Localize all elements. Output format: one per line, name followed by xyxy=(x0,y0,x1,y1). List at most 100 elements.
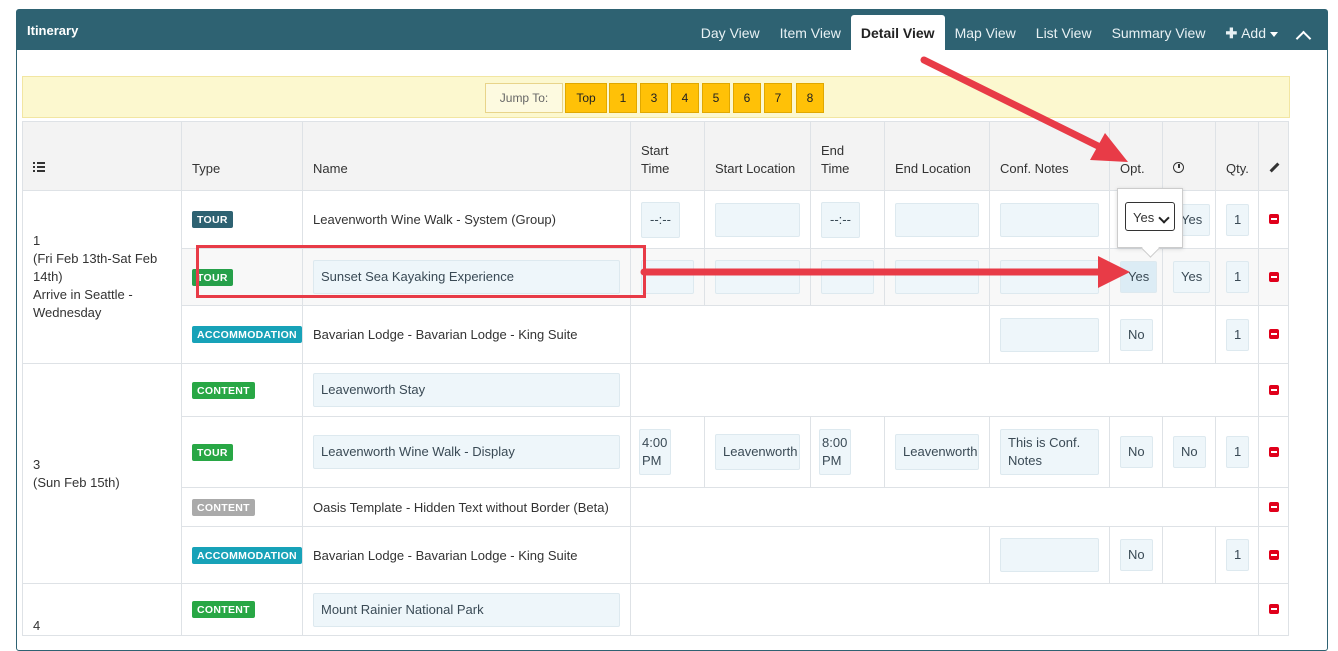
type-badge: CONTENT xyxy=(192,381,255,399)
conf-notes-input[interactable] xyxy=(1000,202,1099,237)
plus-icon: ✚ xyxy=(1225,25,1242,41)
table-row: TOUR Leavenworth Wine Walk - Display 4:0… xyxy=(23,416,1289,488)
item-name: Leavenworth Wine Walk - System (Group) xyxy=(302,190,631,249)
day-cell: 1 (Fri Feb 13th-Sat Feb 14th) Arrive in … xyxy=(22,190,182,364)
end-time-input[interactable]: --:-- xyxy=(821,201,860,238)
end-location-input[interactable] xyxy=(895,202,979,237)
tab-item-view[interactable]: Item View xyxy=(770,15,851,50)
day-number: 1 xyxy=(33,233,41,248)
delete-icon[interactable] xyxy=(1269,446,1279,457)
delete-icon[interactable] xyxy=(1269,329,1279,339)
jump-day-3-button[interactable]: 3 xyxy=(640,83,668,113)
day-cell: 3 (Sun Feb 15th) xyxy=(22,363,182,584)
clock-value[interactable]: Yes xyxy=(1173,261,1211,293)
delete-icon[interactable] xyxy=(1269,604,1279,614)
conf-notes-input[interactable]: This is Conf. Notes xyxy=(1000,429,1099,475)
type-badge: TOUR xyxy=(192,211,233,228)
jump-day-4-button[interactable]: 4 xyxy=(671,83,699,113)
end-time-input[interactable] xyxy=(821,260,874,294)
conf-notes-input[interactable] xyxy=(1000,538,1099,572)
start-time-input[interactable]: 4:00 PM xyxy=(639,429,671,475)
table-row: ACCOMMODATION Bavarian Lodge - Bavarian … xyxy=(23,305,1289,364)
item-name-input[interactable]: Mount Rainier National Park xyxy=(313,592,620,627)
item-name: Bavarian Lodge - Bavarian Lodge - King S… xyxy=(302,526,631,584)
qty-value[interactable]: 1 xyxy=(1226,261,1250,293)
table-row: 3 (Sun Feb 15th) CONTENT Leavenworth Sta… xyxy=(22,363,1289,584)
chevron-up-icon xyxy=(1295,30,1312,47)
item-name: Bavarian Lodge - Bavarian Lodge - King S… xyxy=(302,305,631,364)
opt-select-value: Yes xyxy=(1133,210,1155,225)
view-tabs: Day View Item View Detail View Map View … xyxy=(691,15,1319,50)
tab-summary-view[interactable]: Summary View xyxy=(1102,15,1216,50)
end-time-input[interactable]: 8:00 PM xyxy=(819,429,851,475)
jump-bar: Jump To: Top 1 3 4 5 6 7 8 xyxy=(22,76,1290,118)
delete-icon[interactable] xyxy=(1269,384,1279,395)
start-location-input[interactable]: Leavenworth xyxy=(715,434,800,470)
start-location-input[interactable] xyxy=(715,202,800,237)
type-badge: CONTENT xyxy=(192,601,255,618)
itinerary-table: Type Name Start Time Start Location End … xyxy=(22,121,1289,636)
jump-day-1-button[interactable]: 1 xyxy=(609,83,637,113)
type-badge: CONTENT xyxy=(192,498,255,516)
tab-day-view[interactable]: Day View xyxy=(691,15,770,50)
day-number: 3 xyxy=(33,456,41,472)
start-time-input[interactable] xyxy=(641,260,694,294)
col-name: Name xyxy=(302,121,631,191)
jump-day-8-button[interactable]: 8 xyxy=(796,83,824,113)
table-row: ACCOMMODATION Bavarian Lodge - Bavarian … xyxy=(23,526,1289,584)
col-qty: Qty. xyxy=(1215,121,1259,191)
panel-title: Itinerary xyxy=(27,23,79,38)
col-start-location: Start Location xyxy=(704,121,811,191)
ordered-list-icon xyxy=(33,161,45,173)
opt-value[interactable]: Yes xyxy=(1120,261,1158,293)
add-dropdown[interactable]: ✚ Add xyxy=(1215,15,1288,50)
delete-icon[interactable] xyxy=(1269,549,1279,560)
conf-notes-input[interactable] xyxy=(1000,260,1099,294)
day-date: (Fri Feb 13th-Sat Feb 14th) xyxy=(33,251,158,284)
day-title: Arrive in Seattle - Wednesday xyxy=(33,287,133,320)
day-date: (Sun Feb 15th) xyxy=(33,474,120,490)
delete-icon[interactable] xyxy=(1269,214,1279,224)
delete-icon[interactable] xyxy=(1269,501,1279,512)
item-name: Oasis Template - Hidden Text without Bor… xyxy=(302,487,631,527)
jump-day-7-button[interactable]: 7 xyxy=(764,83,792,113)
opt-value[interactable]: No xyxy=(1120,318,1153,351)
type-badge: ACCOMMODATION xyxy=(192,326,302,343)
tab-detail-view[interactable]: Detail View xyxy=(850,15,945,50)
item-name-input[interactable]: Leavenworth Wine Walk - Display xyxy=(313,435,620,469)
type-badge: TOUR xyxy=(192,443,233,461)
add-label: Add xyxy=(1241,25,1266,41)
jump-day-6-button[interactable]: 6 xyxy=(733,83,761,113)
col-start-time: Start Time xyxy=(630,121,705,191)
delete-icon[interactable] xyxy=(1269,271,1279,282)
item-name-input[interactable]: Leavenworth Stay xyxy=(313,373,620,407)
table-row: 1 (Fri Feb 13th-Sat Feb 14th) Arrive in … xyxy=(22,190,1289,364)
day-number: 4 xyxy=(33,618,41,633)
conf-notes-input[interactable] xyxy=(1000,317,1099,352)
col-edit[interactable] xyxy=(1258,121,1289,191)
tab-list-view[interactable]: List View xyxy=(1026,15,1102,50)
jump-day-5-button[interactable]: 5 xyxy=(702,83,730,113)
clock-icon xyxy=(1173,162,1184,173)
opt-value[interactable]: No xyxy=(1120,539,1153,571)
tab-map-view[interactable]: Map View xyxy=(945,15,1026,50)
clock-value[interactable]: No xyxy=(1173,436,1206,468)
qty-value[interactable]: 1 xyxy=(1226,539,1250,571)
qty-value[interactable]: 1 xyxy=(1226,203,1250,236)
chevron-down-icon xyxy=(1158,212,1170,224)
col-opt: Opt. xyxy=(1109,121,1163,191)
opt-value[interactable]: No xyxy=(1120,436,1153,468)
col-order[interactable] xyxy=(22,121,182,191)
pencil-icon xyxy=(1269,162,1280,173)
qty-value[interactable]: 1 xyxy=(1226,436,1250,468)
qty-value[interactable]: 1 xyxy=(1226,318,1250,351)
end-location-input[interactable]: Leavenworth xyxy=(895,434,979,470)
end-location-input[interactable] xyxy=(895,260,979,294)
jump-top-button[interactable]: Top xyxy=(565,83,607,113)
collapse-button[interactable] xyxy=(1288,15,1319,50)
table-row: CONTENT Oasis Template - Hidden Text wit… xyxy=(23,487,1289,527)
opt-select[interactable]: Yes xyxy=(1125,202,1175,231)
start-time-input[interactable]: --:-- xyxy=(641,201,680,238)
start-location-input[interactable] xyxy=(715,260,800,294)
col-conf-notes: Conf. Notes xyxy=(989,121,1110,191)
